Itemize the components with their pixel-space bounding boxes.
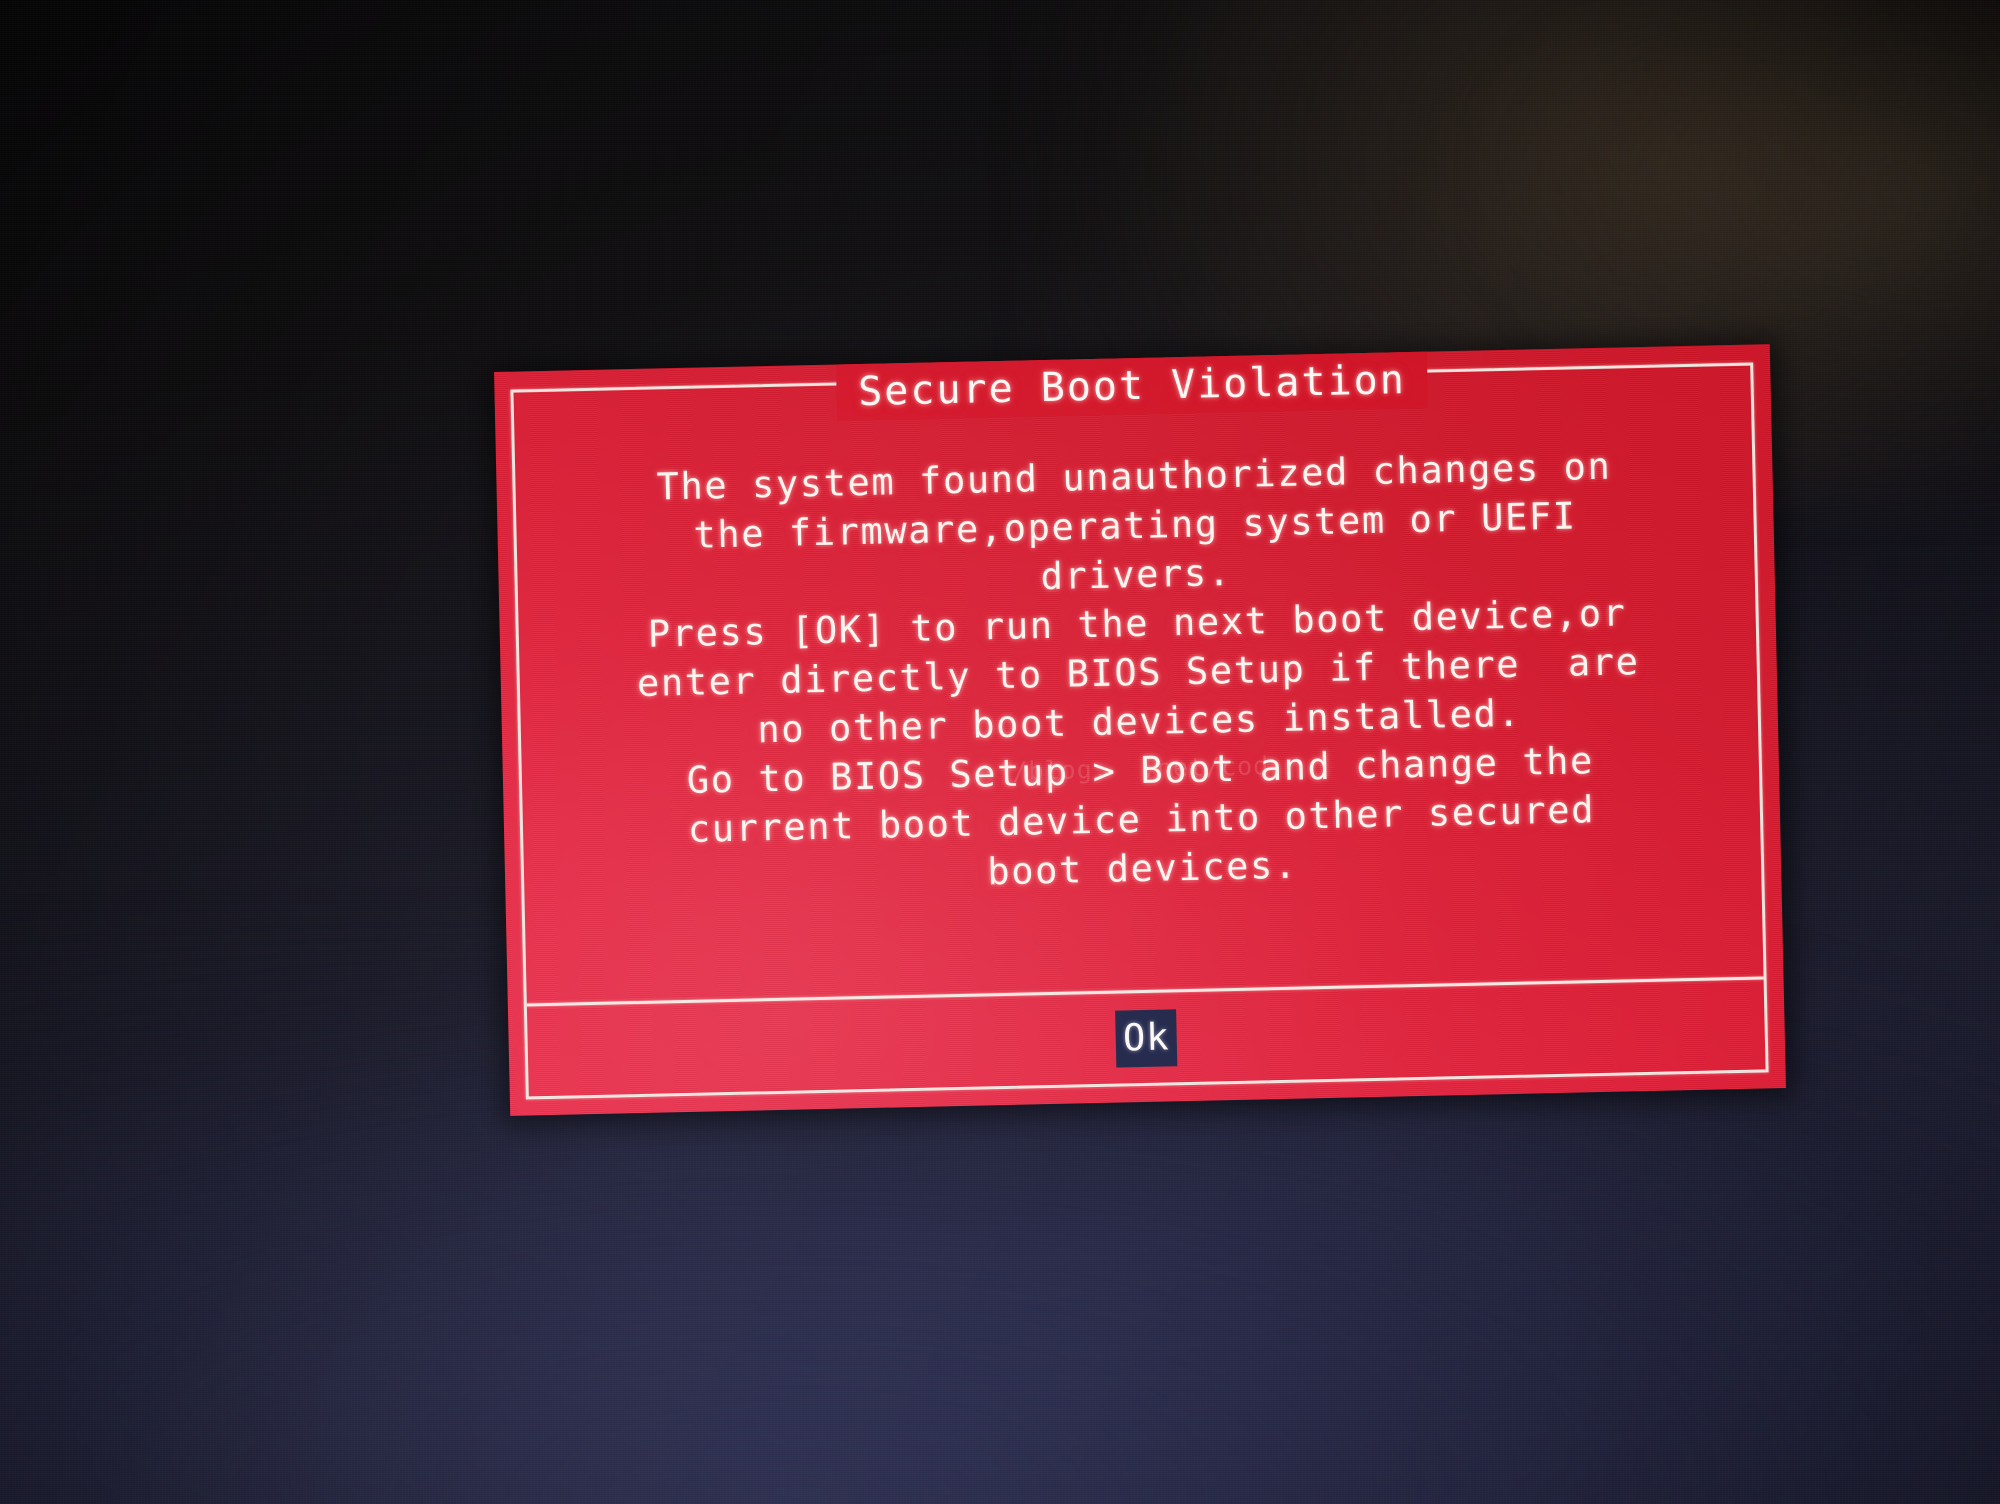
dialog-message-body: The system found unauthorized changes on… [515, 425, 1764, 1006]
message-line: drivers. [1040, 550, 1233, 599]
message-line: boot devices. [986, 843, 1299, 894]
page-title: Secure Boot Violation [857, 357, 1407, 416]
secure-boot-violation-dialog: Secure Boot Violation The system found u… [487, 339, 1795, 1124]
monitor-photo: Secure Boot Violation The system found u… [0, 0, 2000, 1504]
ok-button[interactable]: Ok [1115, 1008, 1178, 1068]
dialog-panel: Secure Boot Violation The system found u… [494, 344, 1786, 1116]
